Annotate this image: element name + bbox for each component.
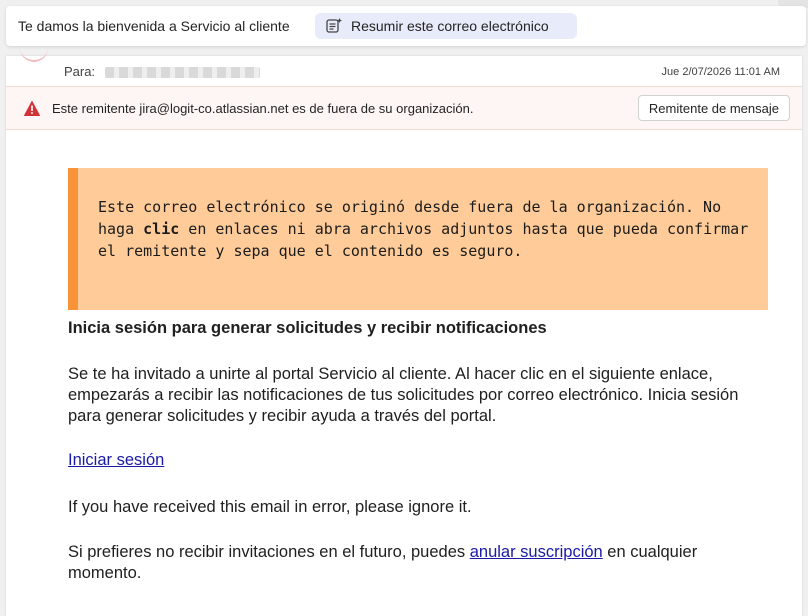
email-card: Para: Jue 2/07/2026 11:01 AM Este remite… [6,56,802,616]
email-date: Jue 2/07/2026 11:01 AM [661,66,780,78]
banner-text-after: en enlaces ni abra archivos adjuntos has… [98,220,749,260]
warning-icon [24,101,40,116]
avatar [20,48,48,62]
unsubscribe-link[interactable]: anular suscripción [470,543,603,561]
message-sender-button[interactable]: Remitente de mensaje [637,95,790,121]
reading-pane-header: Te damos la bienvenida a Servicio al cli… [6,6,806,46]
recipient-row: Para: [64,64,260,79]
body-paragraph: Se te ha invitado a unirte al portal Ser… [68,365,739,425]
email-subject: Te damos la bienvenida a Servicio al cli… [18,18,290,34]
unsubscribe-paragraph: Si prefieres no recibir invitaciones en … [68,542,758,584]
body-heading: Inicia sesión para generar solicitudes y… [68,319,547,337]
to-label: Para: [64,64,96,79]
recipient-redacted [104,67,260,79]
external-sender-warning: Este remitente jira@logit-co.atlassian.n… [6,86,802,130]
banner-text-bold: clic [143,220,180,238]
unsubscribe-text-before: Si prefieres no recibir invitaciones en … [68,543,470,561]
external-warning-text: Este remitente jira@logit-co.atlassian.n… [52,101,474,116]
login-link[interactable]: Iniciar sesión [68,451,164,470]
summarize-email-button[interactable]: Resumir este correo electrónico [315,13,577,39]
external-email-banner: Este correo electrónico se originó desde… [68,168,768,310]
error-note: If you have received this email in error… [68,498,472,516]
summarize-email-label: Resumir este correo electrónico [351,18,549,34]
summarize-sparkle-icon [326,18,342,33]
